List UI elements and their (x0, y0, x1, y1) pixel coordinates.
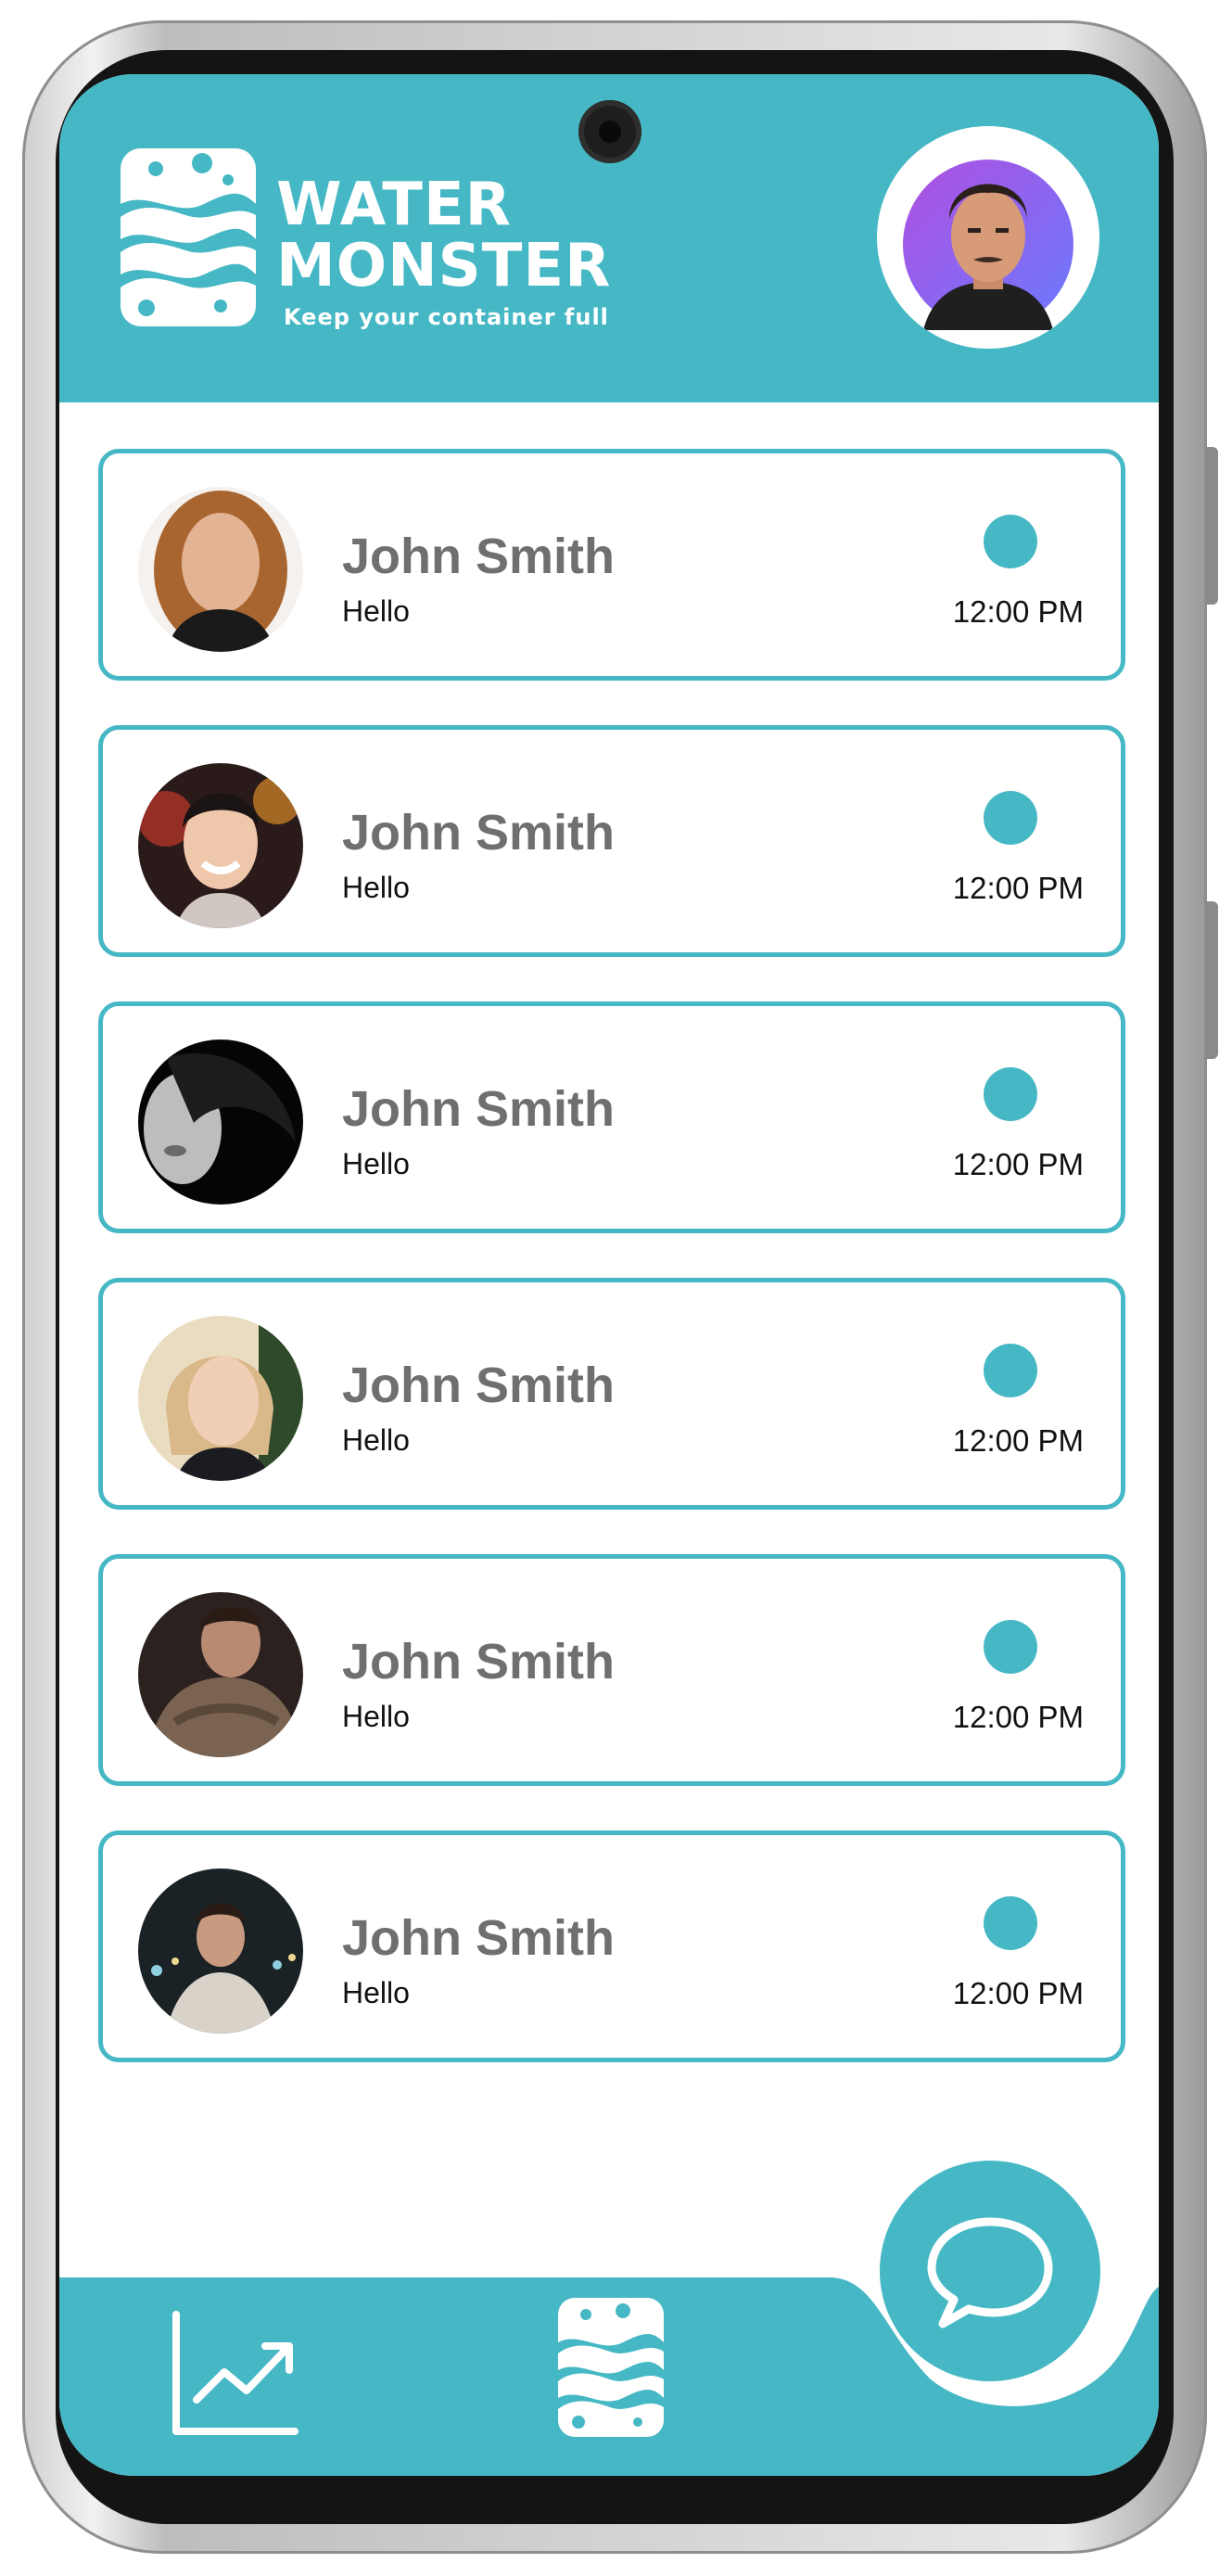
profile-avatar (884, 134, 1092, 341)
new-chat-button[interactable] (880, 2161, 1100, 2381)
unread-indicator (984, 1896, 1037, 1950)
brand-line-1: WATER (276, 171, 512, 239)
chart-trend-icon[interactable] (169, 2311, 300, 2439)
contact-name: John Smith (342, 1910, 615, 1966)
unread-indicator (984, 1067, 1037, 1121)
chat-list-item[interactable]: John Smith Hello 12:00 PM (98, 725, 1125, 957)
contact-avatar (138, 487, 303, 652)
chat-list-item[interactable]: John Smith Hello 12:00 PM (98, 1278, 1125, 1510)
profile-avatar-button[interactable] (877, 126, 1099, 349)
message-time: 12:00 PM (952, 1423, 1084, 1458)
chat-list-item[interactable]: John Smith Hello 12:00 PM (98, 1830, 1125, 2062)
message-time: 12:00 PM (952, 1147, 1084, 1181)
contact-avatar (138, 763, 303, 928)
message-preview: Hello (342, 1147, 410, 1180)
chat-list: John Smith Hello 12:00 PM John Smith Hel… (98, 449, 1125, 2107)
contact-name: John Smith (342, 1634, 615, 1690)
contact-avatar (138, 1039, 303, 1205)
app-header: WATER MONSTER Keep your container full (59, 74, 1159, 402)
contact-name: John Smith (342, 1358, 615, 1413)
message-preview: Hello (342, 871, 410, 904)
message-preview: Hello (342, 1423, 410, 1457)
contact-name: John Smith (342, 529, 615, 584)
water-monster-logo (121, 148, 256, 326)
contact-avatar (138, 1316, 303, 1481)
unread-indicator (984, 515, 1037, 568)
app-screen: WATER MONSTER Keep your container full J… (59, 74, 1159, 2476)
message-preview: Hello (342, 1976, 410, 2009)
contact-name: John Smith (342, 805, 615, 861)
water-monster-logo-icon[interactable] (558, 2298, 664, 2437)
message-time: 12:00 PM (952, 1976, 1084, 2010)
chat-list-item[interactable]: John Smith Hello 12:00 PM (98, 1554, 1125, 1786)
front-camera (578, 100, 641, 163)
message-preview: Hello (342, 594, 410, 628)
volume-button (1205, 447, 1218, 605)
message-time: 12:00 PM (952, 1700, 1084, 1734)
message-preview: Hello (342, 1700, 410, 1733)
brand-wordmark: WATER MONSTER Keep your container full (276, 174, 611, 330)
unread-indicator (984, 1620, 1037, 1674)
chat-bubble-icon (927, 2217, 1053, 2328)
brand-tagline: Keep your container full (284, 304, 609, 330)
message-time: 12:00 PM (952, 871, 1084, 905)
chat-list-item[interactable]: John Smith Hello 12:00 PM (98, 449, 1125, 681)
contact-avatar (138, 1868, 303, 2034)
contact-avatar (138, 1592, 303, 1757)
unread-indicator (984, 791, 1037, 845)
brand-line-2: MONSTER (276, 232, 612, 300)
power-button (1205, 901, 1218, 1059)
unread-indicator (984, 1344, 1037, 1397)
contact-name: John Smith (342, 1081, 615, 1137)
chat-list-item[interactable]: John Smith Hello 12:00 PM (98, 1001, 1125, 1233)
message-time: 12:00 PM (952, 594, 1084, 629)
